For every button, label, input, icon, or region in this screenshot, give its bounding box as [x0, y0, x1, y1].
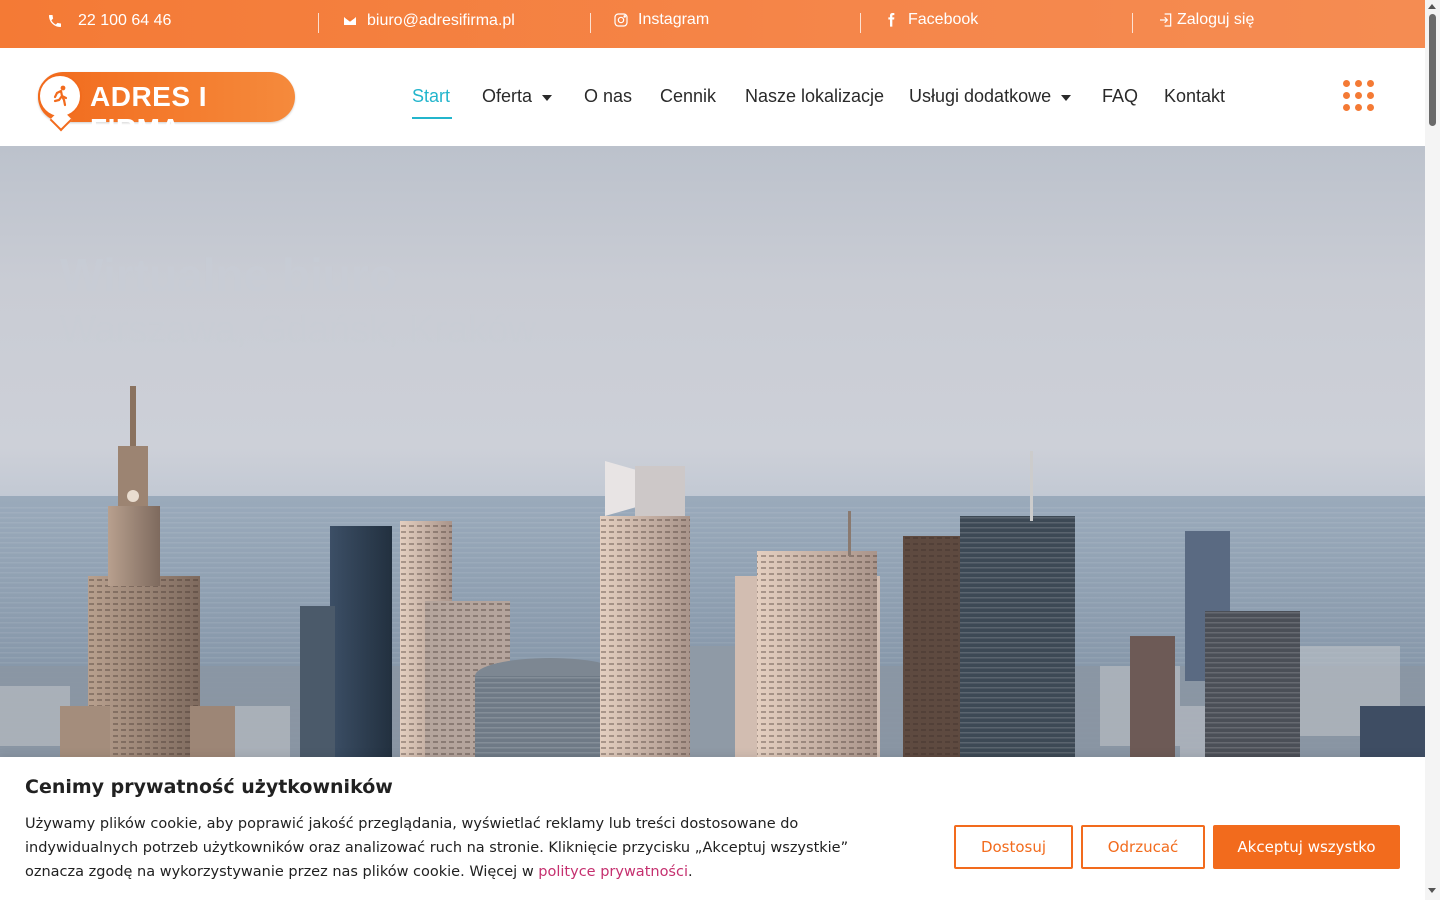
facebook-text: Facebook	[908, 11, 979, 28]
nav-item-oferta[interactable]: Oferta	[482, 86, 553, 107]
nav-item-faq[interactable]: FAQ	[1102, 86, 1138, 107]
email-link[interactable]: biuro@adresifirma.pl	[341, 12, 515, 30]
cookie-accept-all-button[interactable]: Akceptuj wszystko	[1213, 825, 1400, 869]
nav-item-uslugi-dodatkowe[interactable]: Usługi dodatkowe	[909, 86, 1072, 107]
cookie-description: Używamy plików cookie, aby poprawić jako…	[25, 812, 905, 884]
nav-item-label: Nasze lokalizacje	[745, 86, 885, 106]
nav-item-label: Start	[412, 86, 451, 106]
hero-title: Wirtualne biuro	[60, 249, 397, 301]
runner-icon	[53, 85, 68, 107]
cookie-consent-banner: Cenimy prywatność użytkowników Używamy p…	[0, 757, 1425, 900]
cookie-customize-button[interactable]: Dostosuj	[954, 825, 1073, 869]
scrollbar-thumb[interactable]	[1429, 14, 1436, 126]
cookie-text-part: Używamy plików cookie, aby poprawić jako…	[25, 816, 849, 880]
instagram-icon	[612, 11, 630, 29]
facebook-link[interactable]: Facebook	[882, 11, 978, 29]
nav-item-label: Usługi dodatkowe	[909, 86, 1052, 106]
nav-item-label: Oferta	[482, 86, 533, 106]
nav-item-nasze-lokalizacje[interactable]: Nasze lokalizacje	[745, 86, 884, 107]
menu-grid-icon[interactable]	[1343, 80, 1375, 112]
caret-down-icon	[1061, 94, 1072, 101]
nav-item-label: FAQ	[1102, 86, 1139, 106]
cookie-text-end: .	[688, 864, 693, 880]
nav-item-label: O nas	[584, 86, 633, 106]
instagram-text: Instagram	[638, 11, 710, 28]
phone-icon	[46, 12, 64, 30]
page-scrollbar[interactable]	[1425, 0, 1440, 900]
login-link[interactable]: Zaloguj się	[1157, 11, 1254, 29]
hero-subtitle: Warszawa, Gdańsk, Kraków	[60, 309, 536, 351]
nav-item-label: Cennik	[660, 86, 717, 106]
privacy-policy-link[interactable]: polityce prywatności	[538, 864, 688, 880]
caret-down-icon	[542, 94, 553, 101]
top-contact-bar: 22 100 64 46 biuro@adresifirma.pl Instag…	[0, 0, 1425, 48]
logo-text: ADRES I FIRMA	[90, 81, 208, 144]
email-text: biuro@adresifirma.pl	[367, 12, 515, 29]
nav-item-start[interactable]: Start	[412, 86, 450, 107]
phone-text: 22 100 64 46	[78, 12, 172, 29]
mail-icon	[341, 12, 359, 30]
main-header: ADRES I FIRMA Start Oferta O nas Cennik …	[0, 48, 1425, 146]
topbar-divider	[1132, 13, 1133, 33]
nav-item-label: Kontakt	[1164, 86, 1226, 106]
scroll-down-icon[interactable]	[1428, 888, 1436, 893]
scroll-up-icon[interactable]	[1428, 4, 1436, 9]
topbar-divider	[590, 13, 591, 33]
logo-pin-icon	[38, 74, 82, 118]
facebook-icon	[882, 11, 900, 29]
nav-item-kontakt[interactable]: Kontakt	[1164, 86, 1225, 107]
topbar-divider	[860, 13, 861, 33]
phone-link[interactable]: 22 100 64 46	[46, 12, 171, 30]
cookie-title: Cenimy prywatność użytkowników	[25, 776, 393, 798]
cookie-reject-button[interactable]: Odrzucać	[1081, 825, 1205, 869]
active-nav-indicator	[412, 117, 452, 119]
login-icon	[1157, 11, 1175, 29]
nav-item-cennik[interactable]: Cennik	[660, 86, 716, 107]
instagram-link[interactable]: Instagram	[612, 11, 709, 29]
nav-item-o-nas[interactable]: O nas	[584, 86, 632, 107]
site-logo[interactable]: ADRES I FIRMA	[38, 72, 295, 144]
login-text: Zaloguj się	[1177, 11, 1255, 28]
topbar-divider	[318, 13, 319, 33]
